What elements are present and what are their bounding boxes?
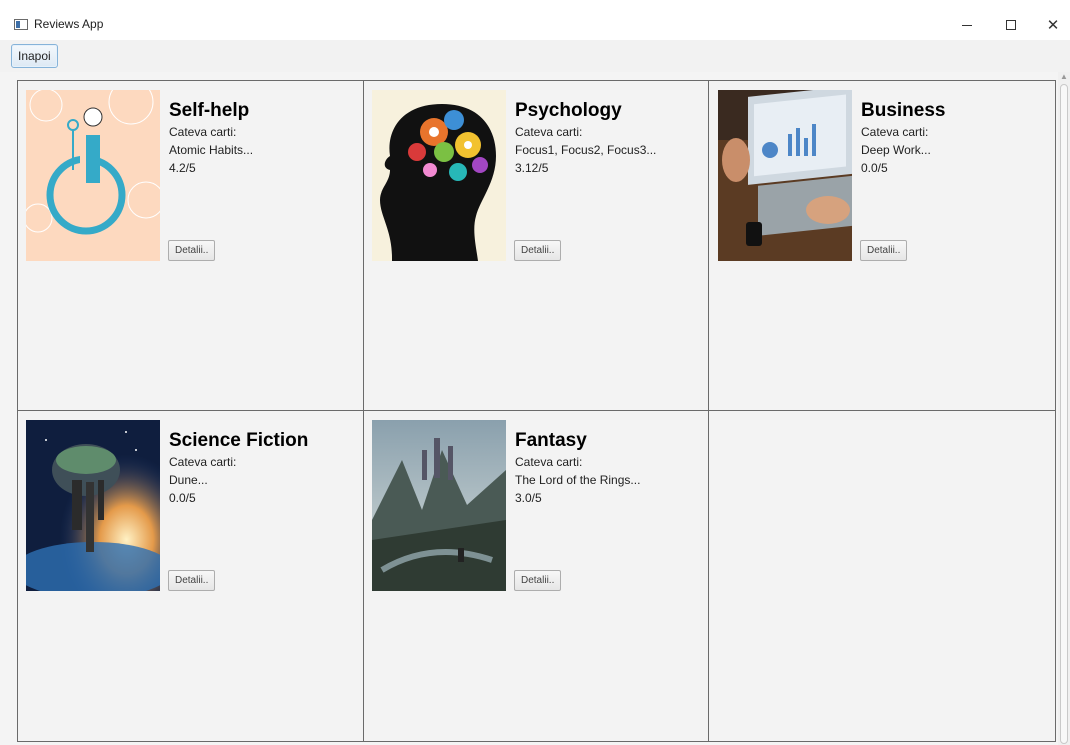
category-title: Science Fiction (169, 430, 309, 451)
scroll-thumb[interactable] (1060, 84, 1068, 744)
books-list: Deep Work... (861, 143, 931, 157)
category-title: Psychology (515, 100, 622, 121)
category-image-self-help (26, 90, 160, 261)
books-label: Cateva carti: (169, 125, 237, 139)
books-list: The Lord of the Rings... (515, 473, 641, 487)
category-card-self-help: Self-help Cateva carti: Atomic Habits...… (18, 81, 358, 401)
category-title: Fantasy (515, 430, 587, 451)
back-button[interactable]: Inapoi (11, 44, 58, 68)
vertical-scrollbar[interactable]: ▲ (1058, 72, 1070, 745)
minimize-button[interactable] (944, 10, 990, 40)
window-title: Reviews App (34, 17, 104, 31)
app-icon (14, 19, 28, 30)
category-card-fantasy: Fantasy Cateva carti: The Lord of the Ri… (364, 411, 704, 731)
categories-grid: Self-help Cateva carti: Atomic Habits...… (17, 80, 1056, 742)
scroll-up-icon[interactable]: ▲ (1060, 72, 1068, 81)
category-image-science-fiction (26, 420, 160, 591)
title-bar: Reviews App ✕ (0, 0, 1070, 38)
category-image-psychology (372, 90, 506, 261)
books-label: Cateva carti: (515, 455, 583, 469)
category-image-fantasy (372, 420, 506, 591)
category-title: Self-help (169, 100, 250, 121)
close-icon: ✕ (1046, 16, 1060, 34)
details-button[interactable]: Detalii.. (168, 240, 216, 261)
details-button[interactable]: Detalii.. (514, 570, 562, 591)
category-card-science-fiction: Science Fiction Cateva carti: Dune... 0.… (18, 411, 358, 731)
categories-scroll-pane: Self-help Cateva carti: Atomic Habits...… (0, 72, 1070, 745)
category-card-business: Business Cateva carti: Deep Work... 0.0/… (710, 81, 1050, 401)
books-list: Dune... (169, 473, 208, 487)
books-list: Focus1, Focus2, Focus3... (515, 143, 657, 157)
toolbar: Inapoi (0, 40, 1070, 72)
grid-divider (708, 81, 709, 741)
category-image-business (718, 90, 852, 261)
rating: 0.0/5 (861, 161, 888, 175)
close-button[interactable]: ✕ (1030, 10, 1070, 40)
maximize-button[interactable] (988, 10, 1034, 40)
minimize-icon (962, 24, 972, 26)
rating: 4.2/5 (169, 161, 196, 175)
books-list: Atomic Habits... (169, 143, 254, 157)
books-label: Cateva carti: (169, 455, 237, 469)
rating: 0.0/5 (169, 491, 196, 505)
category-title: Business (861, 100, 946, 121)
category-card-psychology: Psychology Cateva carti: Focus1, Focus2,… (364, 81, 704, 401)
rating: 3.12/5 (515, 161, 549, 175)
details-button[interactable]: Detalii.. (168, 570, 216, 591)
books-label: Cateva carti: (861, 125, 929, 139)
maximize-icon (1006, 20, 1016, 30)
books-label: Cateva carti: (515, 125, 583, 139)
details-button[interactable]: Detalii.. (860, 240, 908, 261)
details-button[interactable]: Detalii.. (514, 240, 562, 261)
rating: 3.0/5 (515, 491, 542, 505)
